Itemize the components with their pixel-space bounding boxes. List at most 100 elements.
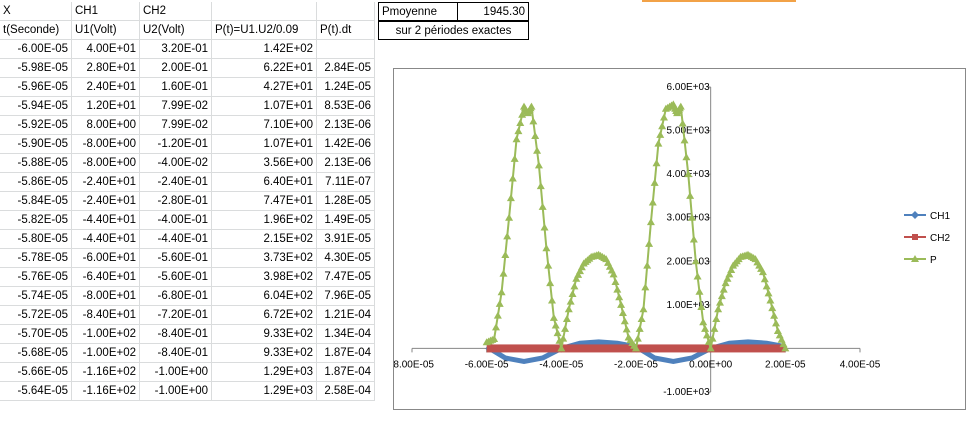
table-cell[interactable]: -4.40E+01: [72, 230, 140, 249]
table-cell[interactable]: 7.47E-05: [317, 268, 375, 287]
table-cell[interactable]: -5.94E-05: [0, 97, 72, 116]
table-cell[interactable]: 6.22E+01: [212, 59, 317, 78]
pmoyenne-note[interactable]: sur 2 périodes exactes: [378, 21, 529, 40]
table-cell[interactable]: 1.87E-04: [317, 363, 375, 382]
table-cell[interactable]: -6.00E+01: [72, 249, 140, 268]
table-cell[interactable]: [317, 40, 375, 59]
table-cell[interactable]: 7.96E-05: [317, 287, 375, 306]
table-cell[interactable]: 3.20E-01: [140, 40, 212, 59]
table-cell[interactable]: 1.34E-04: [317, 325, 375, 344]
table-cell[interactable]: -2.40E-01: [140, 173, 212, 192]
table-cell[interactable]: 3.56E+00: [212, 154, 317, 173]
table-cell[interactable]: -5.64E-05: [0, 382, 72, 401]
table-cell[interactable]: -7.20E-01: [140, 306, 212, 325]
table-cell[interactable]: 1.21E-04: [317, 306, 375, 325]
table-cell[interactable]: 2.80E+01: [72, 59, 140, 78]
table-cell[interactable]: 4.00E+01: [72, 40, 140, 59]
table-cell[interactable]: -5.92E-05: [0, 116, 72, 135]
table-cell[interactable]: -1.16E+02: [72, 382, 140, 401]
table-cell[interactable]: 4.30E-05: [317, 249, 375, 268]
table-cell[interactable]: -2.40E+01: [72, 192, 140, 211]
header-ch1[interactable]: CH1: [72, 2, 140, 21]
table-cell[interactable]: 6.04E+02: [212, 287, 317, 306]
table-cell[interactable]: -5.86E-05: [0, 173, 72, 192]
table-cell[interactable]: -1.20E-01: [140, 135, 212, 154]
table-cell[interactable]: -8.40E+01: [72, 306, 140, 325]
table-cell[interactable]: 2.84E-05: [317, 59, 375, 78]
table-cell[interactable]: 7.99E-02: [140, 97, 212, 116]
table-cell[interactable]: 7.47E+01: [212, 192, 317, 211]
table-cell[interactable]: 3.98E+02: [212, 268, 317, 287]
table-cell[interactable]: -1.16E+02: [72, 363, 140, 382]
table-cell[interactable]: -8.00E+00: [72, 135, 140, 154]
table-cell[interactable]: -1.00E+02: [72, 325, 140, 344]
table-cell[interactable]: 1.60E-01: [140, 78, 212, 97]
table-cell[interactable]: -5.98E-05: [0, 59, 72, 78]
table-cell[interactable]: -5.68E-05: [0, 344, 72, 363]
table-cell[interactable]: 8.00E+00: [72, 116, 140, 135]
table-cell[interactable]: 1.87E-04: [317, 344, 375, 363]
table-cell[interactable]: 8.53E-06: [317, 97, 375, 116]
table-cell[interactable]: 2.13E-06: [317, 154, 375, 173]
table-cell[interactable]: -5.82E-05: [0, 211, 72, 230]
table-cell[interactable]: -8.00E+01: [72, 287, 140, 306]
table-cell[interactable]: 1.20E+01: [72, 97, 140, 116]
table-cell[interactable]: -2.80E-01: [140, 192, 212, 211]
table-cell[interactable]: -6.40E+01: [72, 268, 140, 287]
table-cell[interactable]: -4.00E-02: [140, 154, 212, 173]
table-cell[interactable]: 2.58E-04: [317, 382, 375, 401]
table-cell[interactable]: -5.96E-05: [0, 78, 72, 97]
table-cell[interactable]: 1.07E+01: [212, 135, 317, 154]
table-cell[interactable]: 1.24E-05: [317, 78, 375, 97]
table-cell[interactable]: 1.07E+01: [212, 97, 317, 116]
table-cell[interactable]: -8.40E-01: [140, 325, 212, 344]
table-cell[interactable]: 2.40E+01: [72, 78, 140, 97]
table-cell[interactable]: 1.42E-06: [317, 135, 375, 154]
table-cell[interactable]: -4.40E+01: [72, 211, 140, 230]
table-cell[interactable]: -5.88E-05: [0, 154, 72, 173]
column-header-p[interactable]: P(t)=U1.U2/0.09: [212, 21, 317, 40]
table-cell[interactable]: -5.78E-05: [0, 249, 72, 268]
table-cell[interactable]: -5.72E-05: [0, 306, 72, 325]
table-cell[interactable]: -1.00E+00: [140, 382, 212, 401]
table-cell[interactable]: 7.99E-02: [140, 116, 212, 135]
table-cell[interactable]: 9.33E+02: [212, 344, 317, 363]
table-cell[interactable]: -5.60E-01: [140, 249, 212, 268]
table-cell[interactable]: -4.40E-01: [140, 230, 212, 249]
header-x[interactable]: X: [0, 2, 72, 21]
table-cell[interactable]: 3.91E-05: [317, 230, 375, 249]
header-ch2[interactable]: CH2: [140, 2, 212, 21]
table-cell[interactable]: -5.90E-05: [0, 135, 72, 154]
table-cell[interactable]: 1.49E-05: [317, 211, 375, 230]
table-cell[interactable]: -5.60E-01: [140, 268, 212, 287]
table-cell[interactable]: 1.96E+02: [212, 211, 317, 230]
pmoyenne-label[interactable]: Pmoyenne: [378, 2, 458, 21]
column-header-pdt[interactable]: P(t).dt: [317, 21, 375, 40]
table-cell[interactable]: -2.40E+01: [72, 173, 140, 192]
column-header-u1[interactable]: U1(Volt): [72, 21, 140, 40]
table-cell[interactable]: 2.15E+02: [212, 230, 317, 249]
cell-empty[interactable]: [212, 2, 317, 21]
table-cell[interactable]: 1.29E+03: [212, 382, 317, 401]
cell-empty[interactable]: [317, 2, 375, 21]
table-cell[interactable]: -5.74E-05: [0, 287, 72, 306]
table-cell[interactable]: 2.13E-06: [317, 116, 375, 135]
pmoyenne-value[interactable]: 1945.30: [457, 2, 529, 21]
table-cell[interactable]: 1.28E-05: [317, 192, 375, 211]
table-cell[interactable]: -6.80E-01: [140, 287, 212, 306]
table-cell[interactable]: -4.00E-01: [140, 211, 212, 230]
table-cell[interactable]: -1.00E+02: [72, 344, 140, 363]
table-cell[interactable]: -5.70E-05: [0, 325, 72, 344]
table-cell[interactable]: 7.10E+00: [212, 116, 317, 135]
table-cell[interactable]: -8.00E+00: [72, 154, 140, 173]
table-cell[interactable]: -8.40E-01: [140, 344, 212, 363]
table-cell[interactable]: 3.73E+02: [212, 249, 317, 268]
table-cell[interactable]: 1.42E+02: [212, 40, 317, 59]
table-cell[interactable]: -5.80E-05: [0, 230, 72, 249]
table-cell[interactable]: 2.00E-01: [140, 59, 212, 78]
table-cell[interactable]: -1.00E+00: [140, 363, 212, 382]
table-cell[interactable]: -5.84E-05: [0, 192, 72, 211]
chart[interactable]: -8.00E-05 -6.00E-05 -4.00E-05 -2.00E-05 0.00…: [393, 68, 966, 410]
table-cell[interactable]: -6.00E-05: [0, 40, 72, 59]
table-cell[interactable]: -5.66E-05: [0, 363, 72, 382]
